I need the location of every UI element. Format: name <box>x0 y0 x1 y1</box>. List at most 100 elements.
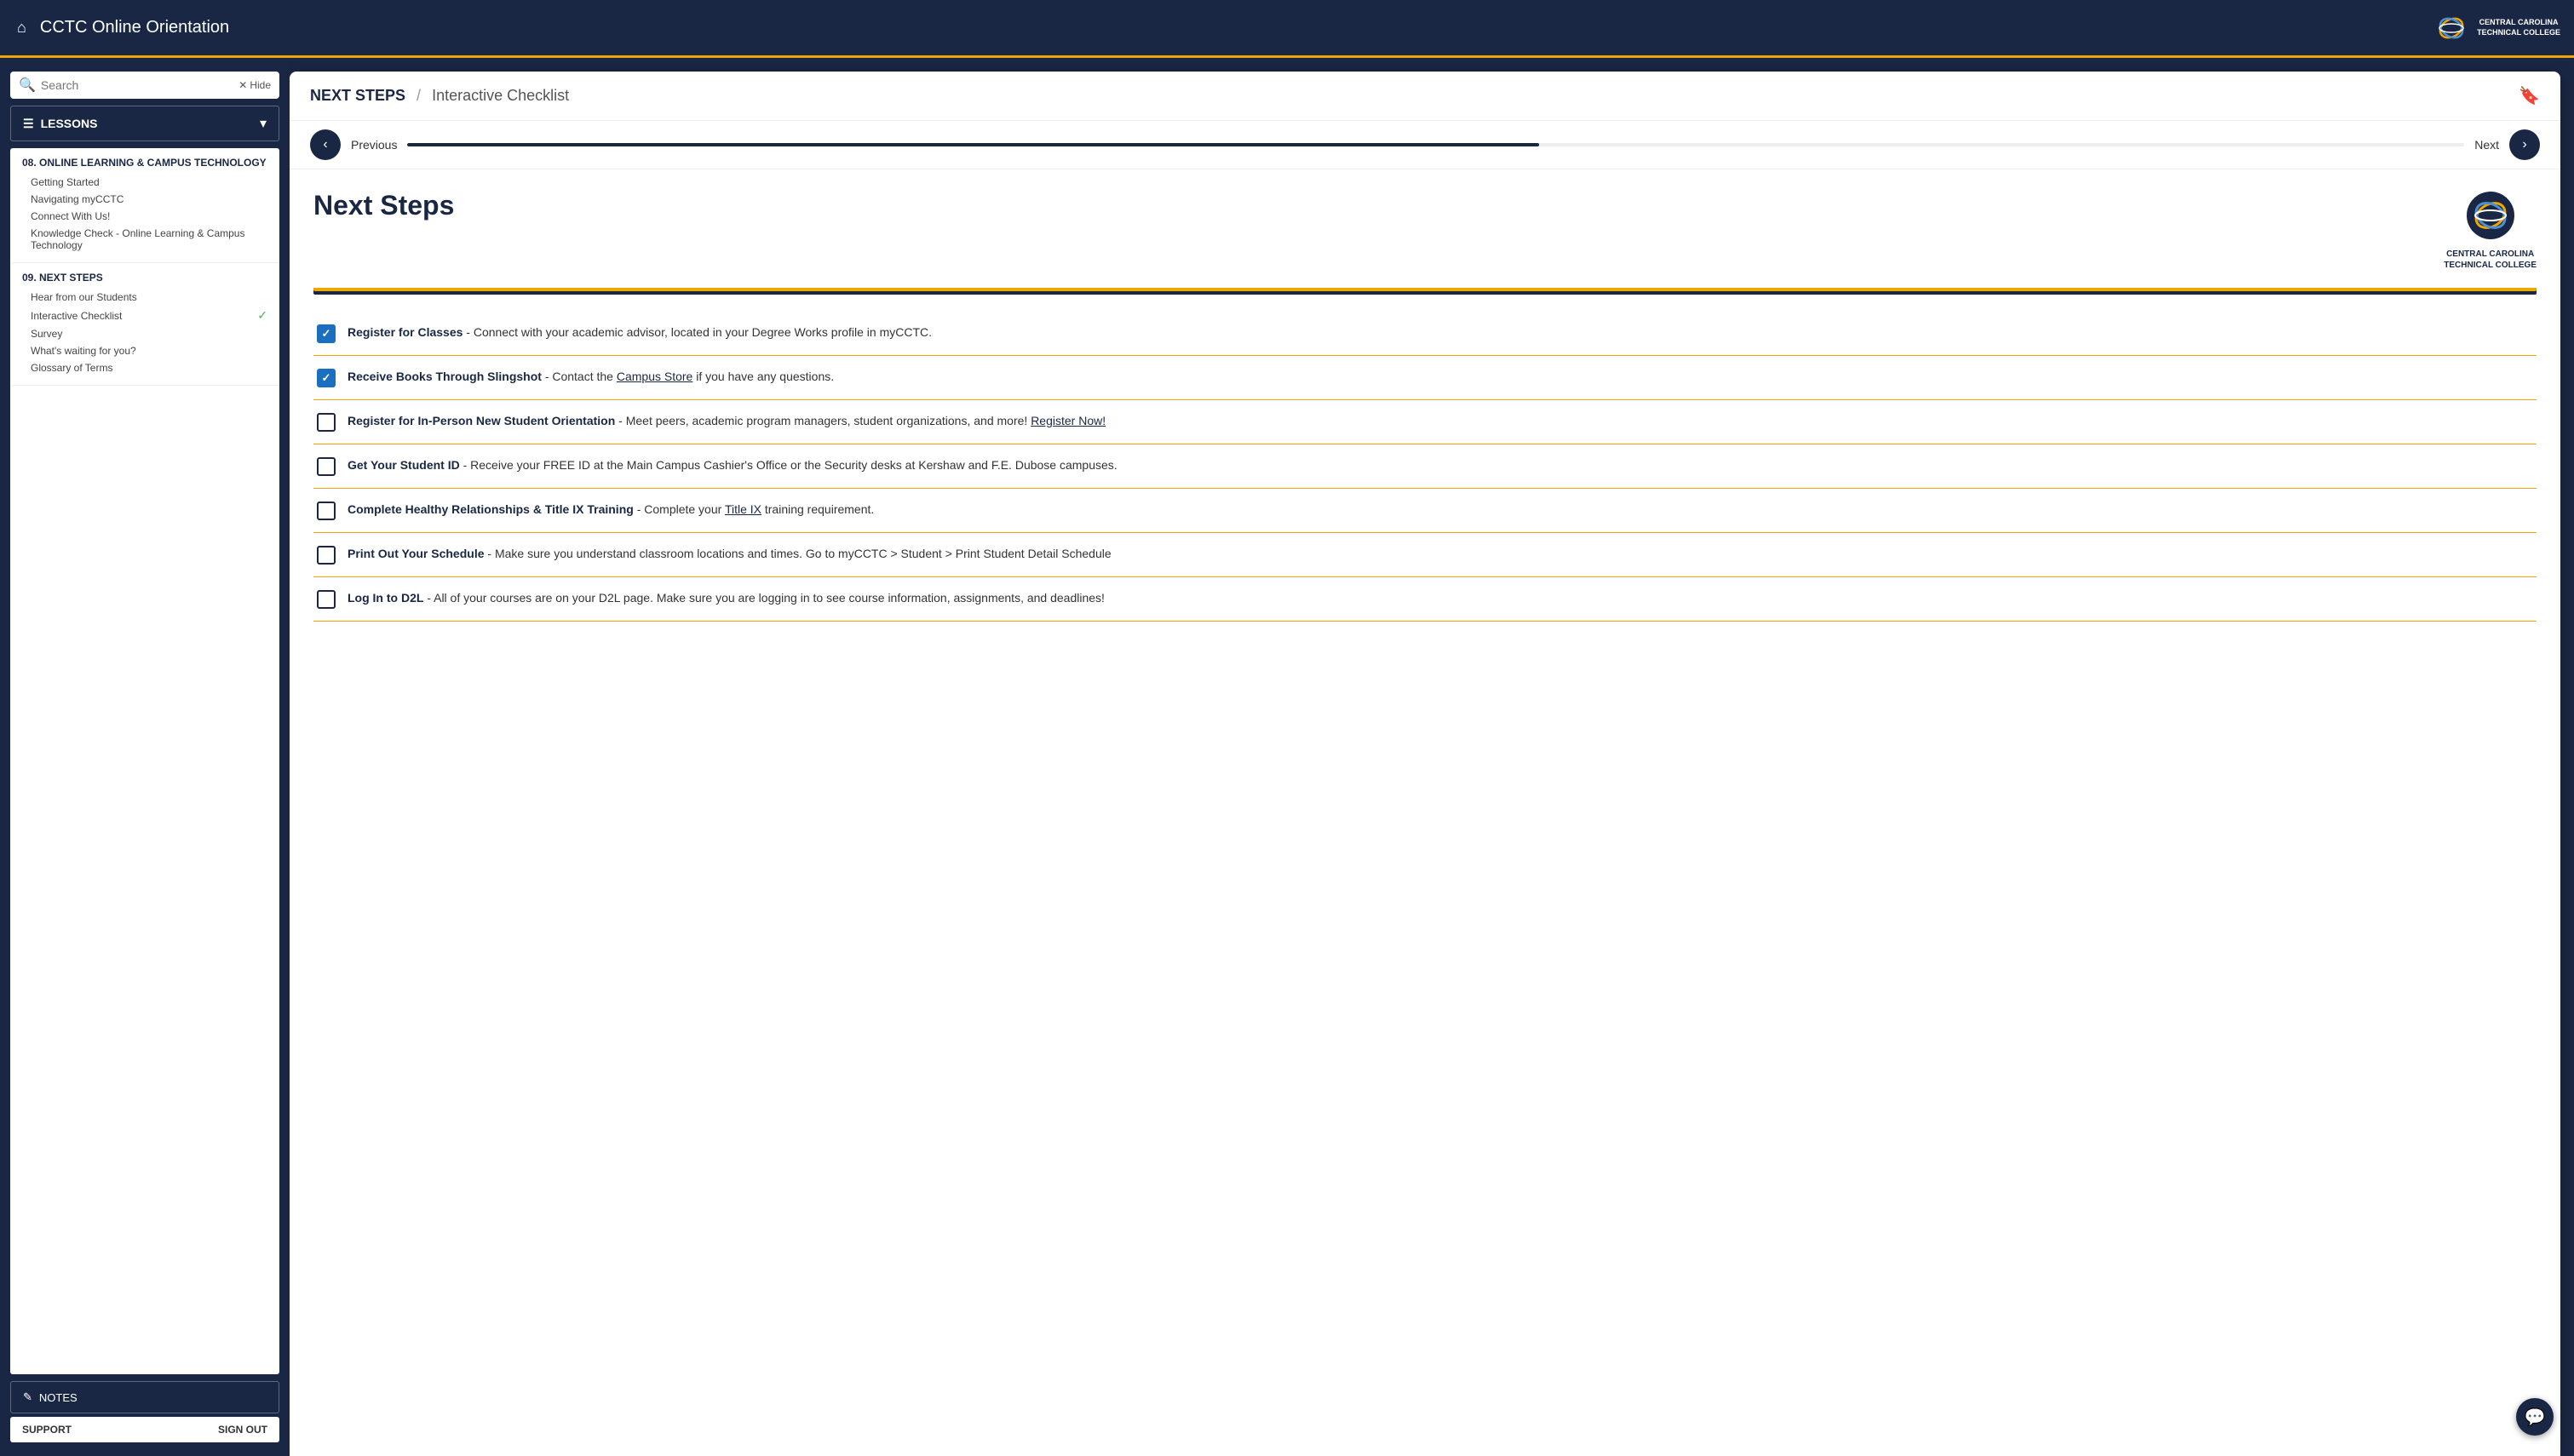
lesson-item[interactable]: Knowledge Check - Online Learning & Camp… <box>22 225 267 254</box>
cctc-logo-icon <box>2433 9 2470 47</box>
checklist-item-2: Receive Books Through Slingshot - Contac… <box>313 356 2537 400</box>
search-bar: 🔍 ✕ Hide <box>10 72 279 99</box>
checklist-desc-7: - All of your courses are on your D2L pa… <box>427 591 1105 605</box>
content-area: NEXT STEPS / Interactive Checklist 🔖 ‹ P… <box>290 58 2574 1456</box>
checklist-desc-4: - Receive your FREE ID at the Main Campu… <box>463 458 1118 472</box>
prev-button[interactable]: ‹ <box>310 129 341 160</box>
cctc-content-logo-text: CENTRAL CAROLINATECHNICAL COLLEGE <box>2444 249 2537 271</box>
breadcrumb-section: NEXT STEPS <box>310 87 405 104</box>
main-content: Next Steps CENTRAL CAROLINATECHNICAL COL… <box>290 169 2560 1456</box>
checklist-desc-5: - Complete your <box>637 502 725 516</box>
checklist-item-6: Print Out Your Schedule - Make sure you … <box>313 533 2537 577</box>
checkbox-4[interactable] <box>317 457 336 476</box>
lessons-content: 08. ONLINE LEARNING & CAMPUS TECHNOLOGY … <box>10 148 279 1374</box>
checklist-desc-6: - Make sure you understand classroom loc… <box>487 547 1111 560</box>
checklist: Register for Classes - Connect with your… <box>313 312 2537 622</box>
nav-progress-fill <box>407 143 1538 146</box>
check-icon: ✓ <box>257 308 267 323</box>
breadcrumb-bar: NEXT STEPS / Interactive Checklist 🔖 <box>290 72 2560 121</box>
main-layout: 🔍 ✕ Hide ☰ LESSONS ▾ 08. ONLINE LEARNING… <box>0 58 2574 1456</box>
breadcrumb-divider: / <box>417 87 425 104</box>
checklist-desc-1: - Connect with your academic advisor, lo… <box>466 325 932 339</box>
title-ix-link[interactable]: Title IX <box>725 502 761 516</box>
checkbox-2[interactable] <box>317 369 336 387</box>
checklist-bold-3: Register for In-Person New Student Orien… <box>348 414 615 427</box>
lesson-item-glossary[interactable]: Glossary of Terms <box>22 359 267 376</box>
page-title: Next Steps <box>313 190 454 221</box>
nav-progress-bar <box>407 143 2464 146</box>
lesson-section-09: 09. NEXT STEPS Hear from our Students In… <box>10 263 279 386</box>
search-input[interactable] <box>41 78 233 92</box>
checklist-desc-3: - Meet peers, academic program managers,… <box>618 414 1031 427</box>
checkbox-5[interactable] <box>317 502 336 520</box>
sidebar: 🔍 ✕ Hide ☰ LESSONS ▾ 08. ONLINE LEARNING… <box>0 58 290 1456</box>
checklist-desc-2b: if you have any questions. <box>696 370 834 383</box>
breadcrumb: NEXT STEPS / Interactive Checklist <box>310 87 569 105</box>
next-button[interactable]: › <box>2509 129 2540 160</box>
support-row: SUPPORT SIGN OUT <box>10 1417 279 1442</box>
header-logo-text: CENTRAL CAROLINATECHNICAL COLLEGE <box>2477 18 2560 37</box>
register-now-link[interactable]: Register Now! <box>1031 414 1106 427</box>
nav-bar: ‹ Previous Next › <box>290 121 2560 169</box>
sidebar-bottom: ✎ NOTES SUPPORT SIGN OUT <box>10 1381 279 1442</box>
checklist-text-2: Receive Books Through Slingshot - Contac… <box>348 368 834 386</box>
lesson-item-hear-students[interactable]: Hear from our Students <box>22 289 267 306</box>
notes-icon: ✎ <box>23 1390 32 1404</box>
checklist-bold-1: Register for Classes <box>348 325 463 339</box>
top-header: ⌂ CCTC Online Orientation CENTRAL CAROLI… <box>0 0 2574 58</box>
cctc-content-logo-icon <box>2465 190 2516 241</box>
prev-label: Previous <box>351 138 397 152</box>
search-icon: 🔍 <box>19 77 36 94</box>
lesson-item-waiting[interactable]: What's waiting for you? <box>22 342 267 359</box>
checklist-bold-2: Receive Books Through Slingshot <box>348 370 542 383</box>
checklist-text-1: Register for Classes - Connect with your… <box>348 324 932 341</box>
checklist-desc-2: - Contact the <box>545 370 617 383</box>
checkbox-7[interactable] <box>317 590 336 609</box>
lesson-item-survey[interactable]: Survey <box>22 325 267 342</box>
lesson-section-08: 08. ONLINE LEARNING & CAMPUS TECHNOLOGY … <box>10 148 279 263</box>
divider-bar <box>313 288 2537 295</box>
home-icon[interactable]: ⌂ <box>17 19 26 37</box>
support-link[interactable]: SUPPORT <box>22 1424 72 1436</box>
page-header: Next Steps CENTRAL CAROLINATECHNICAL COL… <box>313 190 2537 271</box>
checkbox-6[interactable] <box>317 546 336 565</box>
lessons-header[interactable]: ☰ LESSONS ▾ <box>10 106 279 141</box>
checklist-text-6: Print Out Your Schedule - Make sure you … <box>348 545 1112 563</box>
checklist-text-5: Complete Healthy Relationships & Title I… <box>348 501 874 519</box>
hamburger-icon: ☰ <box>23 117 34 131</box>
chat-button[interactable]: 💬 <box>2516 1398 2554 1436</box>
checkbox-1[interactable] <box>317 324 336 343</box>
checklist-bold-5: Complete Healthy Relationships & Title I… <box>348 502 634 516</box>
sign-out-link[interactable]: SIGN OUT <box>218 1424 267 1436</box>
app-title: CCTC Online Orientation <box>40 18 229 37</box>
chevron-down-icon: ▾ <box>260 115 267 132</box>
checklist-text-4: Get Your Student ID - Receive your FREE … <box>348 456 1118 474</box>
checklist-bold-7: Log In to D2L <box>348 591 423 605</box>
header-logo: CENTRAL CAROLINATECHNICAL COLLEGE <box>2433 9 2560 47</box>
close-icon: ✕ <box>238 79 247 91</box>
next-label: Next <box>2474 138 2499 152</box>
checklist-text-3: Register for In-Person New Student Orien… <box>348 412 1106 430</box>
cctc-logo-content: CENTRAL CAROLINATECHNICAL COLLEGE <box>2444 190 2537 271</box>
checklist-item-5: Complete Healthy Relationships & Title I… <box>313 489 2537 533</box>
checklist-item-4: Get Your Student ID - Receive your FREE … <box>313 444 2537 489</box>
lesson-item[interactable]: Connect With Us! <box>22 208 267 225</box>
checklist-bold-6: Print Out Your Schedule <box>348 547 485 560</box>
section-08-title: 08. ONLINE LEARNING & CAMPUS TECHNOLOGY <box>22 157 267 169</box>
checklist-bold-4: Get Your Student ID <box>348 458 460 472</box>
checklist-text-7: Log In to D2L - All of your courses are … <box>348 589 1105 607</box>
checklist-item-7: Log In to D2L - All of your courses are … <box>313 577 2537 622</box>
checklist-desc-5b: training requirement. <box>765 502 874 516</box>
checklist-item-3: Register for In-Person New Student Orien… <box>313 400 2537 444</box>
checklist-item-1: Register for Classes - Connect with your… <box>313 312 2537 356</box>
lesson-item[interactable]: Getting Started <box>22 174 267 191</box>
lesson-item-interactive-checklist[interactable]: Interactive Checklist ✓ <box>22 306 267 325</box>
lesson-item[interactable]: Navigating myCCTC <box>22 191 267 208</box>
checkbox-3[interactable] <box>317 413 336 432</box>
campus-store-link[interactable]: Campus Store <box>617 370 692 383</box>
notes-button[interactable]: ✎ NOTES <box>10 1381 279 1413</box>
hide-button[interactable]: ✕ Hide <box>238 79 271 91</box>
bookmark-icon[interactable]: 🔖 <box>2519 85 2540 106</box>
content-card: NEXT STEPS / Interactive Checklist 🔖 ‹ P… <box>290 72 2560 1456</box>
breadcrumb-page: Interactive Checklist <box>432 87 569 104</box>
